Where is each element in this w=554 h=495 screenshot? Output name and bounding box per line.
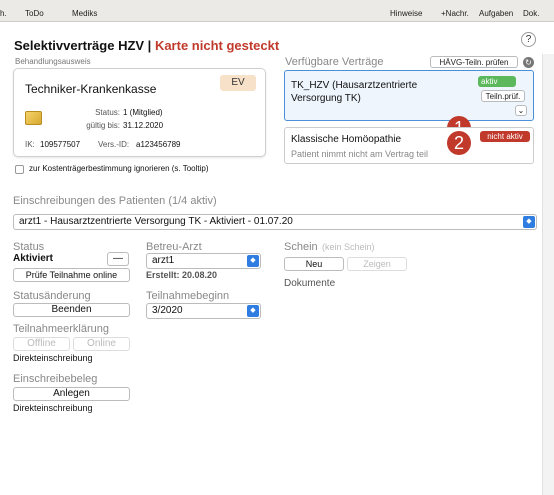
ik-label: IK: [25, 140, 35, 149]
enrollments-header: Einschreibungen des Patienten (1/4 aktiv… [13, 195, 217, 207]
check-online-button[interactable]: Prüfe Teilnahme online [13, 268, 130, 282]
status-badge-nicht-aktiv: nicht aktiv [480, 131, 530, 142]
insurance-card: Techniker-Krankenkasse EV Status: 1 (Mit… [13, 68, 266, 157]
new-schein-button[interactable]: Neu [284, 257, 344, 271]
toolbar-item-h[interactable]: h. [0, 9, 7, 18]
betreu-arzt-label: Betreu-Arzt [146, 241, 202, 253]
card-chip-icon [25, 111, 42, 125]
page-title: Selektivverträge HZV | Karte nicht geste… [14, 38, 279, 53]
receipt-label: Einschreibebeleg [13, 373, 98, 385]
toolbar-item-dok[interactable]: Dok. [523, 9, 539, 18]
status-value: 1 (Mitglied) [123, 108, 163, 117]
status-value: Aktiviert [13, 253, 54, 264]
status-badge-aktiv: aktiv [478, 76, 516, 87]
title-text: Selektivverträge HZV | [14, 38, 155, 53]
enrollment-select[interactable]: arzt1 - Hausarztzentrierte Versorgung TK… [13, 214, 537, 230]
created-date: Erstellt: 20.08.20 [146, 270, 218, 280]
contracts-header: Verfügbare Verträge [285, 56, 384, 68]
create-receipt-button[interactable]: Anlegen [13, 387, 130, 401]
contract-item-homoeopathie[interactable]: Klassische Homöopathie Patient nimmt nic… [284, 127, 534, 164]
enrollment-select-value: arzt1 - Hausarztzentrierte Versorgung TK… [19, 216, 293, 227]
help-button[interactable]: ? [521, 32, 536, 47]
status-change-label: Statusänderung [13, 290, 91, 302]
show-schein-button[interactable]: Zeigen [347, 257, 407, 271]
participation-begin-value: 3/2020 [152, 305, 183, 316]
toolbar-item-mediks[interactable]: Mediks [72, 9, 97, 18]
valid-label: gültig bis: [86, 121, 120, 130]
betreu-arzt-select[interactable]: arzt1 ◆ [146, 253, 261, 269]
end-button[interactable]: Beenden [13, 303, 130, 317]
toolbar-item-todo[interactable]: ToDo [25, 9, 44, 18]
remove-status-button[interactable]: — [107, 252, 129, 266]
declaration-label: Teilnahmeerklärung [13, 323, 109, 335]
haevg-check-button[interactable]: HÄVG-Teiln. prüfen [430, 56, 518, 68]
declaration-direct: Direkteinschreibung [13, 353, 93, 363]
vers-value: a123456789 [136, 140, 181, 149]
status-label: Status: [95, 108, 120, 117]
select-arrow-icon: ◆ [523, 216, 535, 228]
vers-label: Vers.-ID: [98, 140, 130, 149]
card-section-label: Behandlungsausweis [15, 57, 91, 66]
receipt-direct: Direkteinschreibung [13, 403, 93, 413]
teiln-pruef-button[interactable]: Teiln.prüf. [481, 90, 525, 102]
insurer-name: Techniker-Krankenkasse [25, 82, 157, 96]
status-label: Status [13, 241, 45, 253]
toolbar-item-nachr[interactable]: +Nachr. [441, 9, 469, 18]
contract-name: TK_HZV (Hausarztzentrierte Versorgung TK… [291, 80, 418, 104]
select-arrow-icon: ◆ [247, 305, 259, 317]
chevron-down-icon[interactable]: ⌄ [515, 105, 527, 116]
marker-2: 2 [447, 131, 471, 155]
schein-sublabel: (kein Schein) [322, 242, 375, 252]
select-arrow-icon: ◆ [247, 255, 259, 267]
toolbar: h. ToDo Mediks Hinweise +Nachr. Aufgaben… [0, 0, 554, 22]
ik-value: 109577507 [40, 140, 81, 149]
schein-label: Schein [284, 241, 318, 253]
toolbar-item-aufgaben[interactable]: Aufgaben [479, 9, 513, 18]
participation-begin-label: Teilnahmebeginn [146, 290, 230, 302]
contract-name: Klassische Homöopathie [291, 134, 402, 145]
offline-button[interactable]: Offline [13, 337, 70, 351]
toolbar-item-hinweise[interactable]: Hinweise [390, 9, 422, 18]
refresh-icon[interactable]: ↻ [523, 57, 534, 68]
documents-label: Dokumente [284, 278, 336, 289]
card-status-text: Karte nicht gesteckt [154, 38, 280, 53]
ev-badge: EV [220, 75, 256, 91]
contract-item-tk-hzv[interactable]: TK_HZV (Hausarztzentrierte Versorgung TK… [284, 70, 534, 121]
ignore-checkbox[interactable] [15, 165, 24, 174]
online-button[interactable]: Online [73, 337, 130, 351]
scrollbar[interactable] [542, 54, 554, 495]
participation-begin-select[interactable]: 3/2020 ◆ [146, 303, 261, 319]
ignore-checkbox-label: zur Kostenträgerbestimmung ignorieren (s… [29, 164, 209, 173]
contract-note: Patient nimmt nicht am Vertrag teil [291, 149, 429, 159]
valid-value: 31.12.2020 [123, 121, 164, 130]
betreu-arzt-value: arzt1 [152, 255, 175, 266]
